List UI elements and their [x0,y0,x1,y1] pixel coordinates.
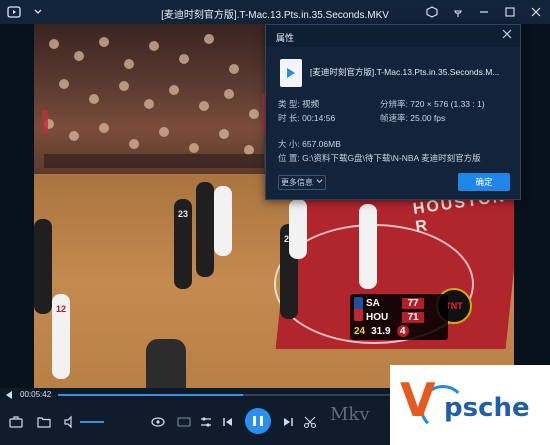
toolbox-icon[interactable] [8,414,24,430]
close-icon[interactable] [502,29,512,42]
current-time: 00:05:42 [20,390,52,399]
video-file-icon [280,59,302,87]
scoreboard: SA 77 HOU 71 24 31.9 4 [350,294,448,340]
progress-fill [58,394,243,396]
resolution-value: 720 × 576 (1.33 : 1) [410,99,485,109]
title-bar: [麦迪时刻官方版].T-Mac.13.Pts.in.35.Seconds.MKV [0,0,550,24]
more-info-label: 更多信息 [281,178,313,187]
type-row: 类 型: 视频 [278,98,319,110]
size-value: 657.06MB [302,139,341,149]
rewind-icon[interactable] [6,391,12,399]
location-row: 位 置: G:\资料下载G盘\待下载\N-NBA 麦迪时刻官方版 [278,152,481,164]
window-controls [424,4,544,20]
pin-icon[interactable] [450,4,466,20]
next-icon[interactable] [280,414,296,430]
duration-value: 00:14:56 [302,113,336,123]
framerate-value: 25.00 fps [410,113,446,123]
scoreboard-row-away: SA 77 [366,296,424,310]
player-number: 23 [177,209,188,219]
previous-icon[interactable] [220,414,236,430]
cube-icon[interactable] [424,4,440,20]
properties-dialog: 属性 [麦迪时刻官方版].T-Mac.13.Pts.in.35.Seconds.… [265,24,521,200]
dialog-header: 属性 [266,25,520,47]
volume-slider[interactable] [80,421,104,423]
pause-icon [253,416,256,426]
player-number: 12 [55,304,66,314]
resolution-label: 分辨率: [380,99,408,109]
eye-icon[interactable] [150,414,166,430]
pause-button[interactable] [245,408,271,434]
type-value: 视频 [302,99,320,109]
ok-button[interactable]: 确定 [458,173,510,191]
more-info-button[interactable]: 更多信息 [278,175,326,190]
player-dark [34,219,52,314]
folder-icon[interactable] [36,414,52,430]
player-white [214,186,232,256]
scoreboard-row-home: HOU 71 [366,310,424,324]
duration-label: 时 长: [278,113,300,123]
maximize-icon[interactable] [502,4,518,20]
subtitle-icon[interactable] [176,414,192,430]
file-name: [麦迪时刻官方版].T-Mac.13.Pts.in.35.Seconds.M..… [310,67,500,77]
settings-sliders-icon[interactable] [198,414,214,430]
scissors-icon[interactable] [302,414,318,430]
dialog-title: 属性 [276,33,295,43]
player-white [289,199,307,259]
player-dark-23: 23 [174,199,192,289]
framerate-label: 帧速率: [380,113,408,123]
scoreboard-clock: 24 31.9 4 [354,325,409,337]
close-icon[interactable] [528,4,544,20]
player-window: [麦迪时刻官方版].T-Mac.13.Pts.in.35.Seconds.MKV [0,0,550,445]
chevron-down-icon [316,178,323,187]
brand-text: psche [444,393,530,423]
size-label: 大 小: [278,139,300,149]
referee [146,339,186,388]
brand-letter: V [400,373,436,427]
shot-clock: 24 [354,325,366,337]
player-white [359,204,377,289]
player-white-12: 12 [52,294,70,379]
game-clock: 31.9 [371,325,391,337]
size-row: 大 小: 657.06MB [278,138,341,150]
location-label: 位 置: [278,153,300,163]
score-home: 71 [402,311,424,323]
score-away: 77 [402,297,424,309]
duration-row: 时 长: 00:14:56 [278,112,335,124]
volume-icon[interactable] [62,414,78,430]
framerate-row: 帧速率: 25.00 fps [380,112,445,124]
type-label: 类 型: [278,99,300,109]
location-value: G:\资料下载G盘\待下载\N-NBA 麦迪时刻官方版 [302,153,481,163]
watermark-text: Mkv [330,404,370,425]
player-dark [196,182,214,277]
team-home: HOU [366,311,389,323]
resolution-row: 分辨率: 720 × 576 (1.33 : 1) [380,98,485,110]
brand-logo: V psche [390,365,550,445]
quarter-badge: 4 [396,325,409,337]
team-away: SA [366,297,380,309]
nba-logo-icon [354,297,363,321]
minimize-icon[interactable] [476,4,492,20]
